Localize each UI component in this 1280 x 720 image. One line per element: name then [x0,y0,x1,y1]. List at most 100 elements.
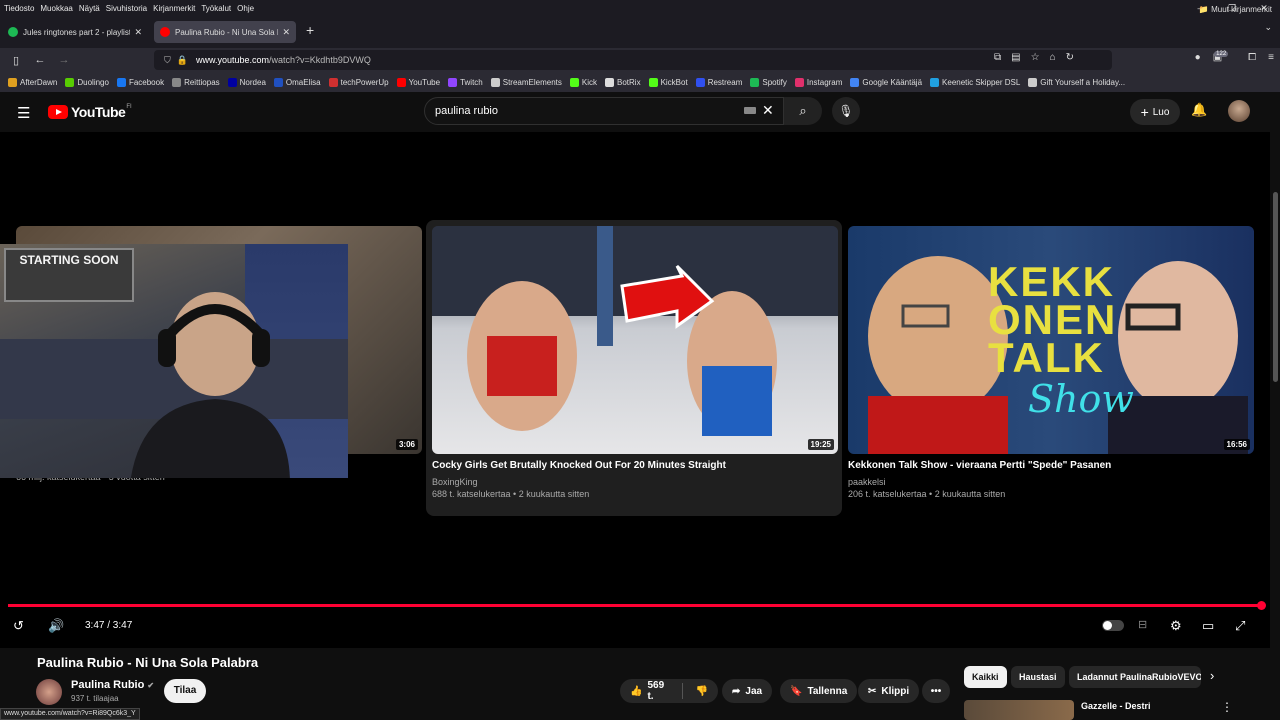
scrubber-handle[interactable] [1257,601,1266,610]
menu-history[interactable]: Sivuhistoria [106,4,147,13]
bookmark-star-icon[interactable]: ☆ [1031,52,1040,63]
dislike-icon[interactable]: 👎 [696,686,708,697]
plus-icon: + [1140,104,1149,120]
bookmark-item[interactable]: Restream [695,77,742,87]
bookmark-item[interactable]: Twitch [448,77,483,87]
bookmark-item[interactable]: AfterDawn [8,77,57,87]
captions-icon[interactable]: ⊟ [1138,618,1147,631]
bookmark-item[interactable]: StreamElements [490,77,562,87]
menu-edit[interactable]: Muokkaa [40,4,72,13]
more-actions-button[interactable]: ••• [922,679,950,703]
bookmark-item[interactable]: Nordea [227,77,266,87]
voice-search-button[interactable]: 🎙 [832,97,860,125]
bookmark-item[interactable]: Spotify [750,77,787,87]
bookmark-item[interactable]: YouTube [396,77,441,87]
card-title[interactable]: Cocky Girls Get Brutally Knocked Out For… [432,460,838,471]
menu-file[interactable]: Tiedosto [4,4,34,13]
settings-gear-icon[interactable]: ⚙ [1170,618,1182,634]
bookmark-item[interactable]: Kick [569,77,597,87]
bookmark-item[interactable]: Facebook [116,77,164,87]
tab-label: Jules ringtones part 2 - playlist b [23,27,131,37]
bookmark-item[interactable]: Keenetic Skipper DSL [930,77,1020,87]
bookmark-item[interactable]: Google Kääntäjä [850,77,922,87]
chevron-right-icon[interactable]: › [1210,668,1214,683]
sidebar-icon[interactable]: ▯ [4,54,28,67]
video-info: Paulina Rubio - Ni Una Sola Palabra Paul… [0,648,1280,720]
search-input[interactable]: paulina rubio [424,97,784,125]
share-button[interactable]: ➦ Jaa [722,679,773,703]
bookmark-item[interactable]: techPowerUp [328,77,389,87]
close-tab-icon[interactable]: ✕ [282,27,290,38]
bookmark-item[interactable]: OmaElisa [273,77,321,87]
reload-icon[interactable]: ↻ [1066,52,1074,63]
avatar[interactable] [1228,100,1250,122]
toolbar-right: ● ▣122 ⧠ ≡ [1195,51,1274,63]
bookmark-item[interactable]: Duolingo [65,77,109,87]
chip-all[interactable]: Kaikki [964,666,1007,688]
subscribe-button[interactable]: Tilaa [164,679,206,703]
video-thumbnail[interactable]: 19:25 [432,226,838,454]
progress-bar[interactable] [8,604,1262,607]
shield-icon[interactable]: ⛉ [164,55,171,66]
clip-button[interactable]: ✂ Klippi [858,679,920,703]
extensions-icon[interactable]: ⧠ [1248,52,1256,63]
volume-icon[interactable]: 🔊 [48,618,64,634]
new-tab-button[interactable]: + [306,22,314,38]
hamburger-menu-icon[interactable]: ☰ [17,104,30,122]
bookmark-item[interactable]: KickBot [648,77,688,87]
save-button[interactable]: 🔖 Tallenna [780,679,858,703]
card-title[interactable]: Kekkonen Talk Show - vieraana Pertti "Sp… [848,460,1254,471]
list-tabs-icon[interactable]: ⌄ [1264,22,1272,33]
card-channel[interactable]: BoxingKing [432,477,838,487]
tab-youtube[interactable]: Paulina Rubio - Ni Una Sola Palab ✕ [154,21,296,43]
video-thumbnail[interactable]: KEKK ONEN TALK Show 16:56 [848,226,1254,454]
app-menu-icon[interactable]: ≡ [1268,52,1274,63]
card-channel[interactable]: paakkelsi [848,477,1254,487]
extensions-badge-icon[interactable]: ▣122 [1213,51,1236,63]
keyboard-icon[interactable] [744,107,756,114]
bookmark-item[interactable]: Reittiopas [172,77,220,87]
endscreen-card-2[interactable]: 19:25 Cocky Girls Get Brutally Knocked O… [432,226,838,499]
endscreen-card-3[interactable]: KEKK ONEN TALK Show 16:56 Kekkonen Talk … [848,226,1254,499]
bookmark-item[interactable]: Gift Yourself a Holiday... [1028,77,1125,87]
menu-help[interactable]: Ohje [237,4,254,13]
other-bookmarks[interactable]: 📁 Muut kirjanmerkit [1199,5,1272,14]
account-icon[interactable]: ● [1195,52,1201,63]
create-button[interactable]: + Luo [1130,99,1180,125]
recommended-thumbnail[interactable] [964,700,1074,720]
video-player[interactable]: 3:06 Maciste Dischi 66 milj. katselukert… [0,132,1280,648]
menu-bookmarks[interactable]: Kirjanmerkit [153,4,195,13]
back-icon[interactable]: ← [28,54,52,66]
like-icon[interactable]: 👍 [630,686,642,697]
bookmark-item[interactable]: Instagram [794,77,842,87]
lock-icon[interactable]: 🔒 [177,55,188,66]
recommended-title[interactable]: Gazzelle - Destri [1081,701,1151,711]
close-tab-icon[interactable]: ✕ [134,27,142,38]
channel-name[interactable]: Paulina Rubio ✔ [71,679,154,691]
translate-icon[interactable]: ⧉ [994,52,1001,63]
youtube-logo[interactable]: YouTube FI [48,104,132,120]
forward-icon[interactable]: → [52,54,76,66]
menu-tools[interactable]: Työkalut [201,4,231,13]
like-count[interactable]: 569 t. [647,680,668,702]
reader-icon[interactable]: ▤ [1011,52,1020,63]
menu-view[interactable]: Näytä [79,4,100,13]
theater-mode-icon[interactable]: ▭ [1202,618,1214,634]
bookmark-item[interactable]: BotRix [605,77,641,87]
scrollbar[interactable] [1270,92,1280,720]
more-vert-icon[interactable]: ⋮ [1221,700,1233,714]
replay-icon[interactable]: ↺ [13,618,24,634]
notifications-bell-icon[interactable]: 🔔 [1191,102,1207,118]
channel-avatar[interactable] [36,679,62,705]
search-button[interactable]: ⌕ [784,97,822,125]
url-bar[interactable]: ⛉ 🔒 www.youtube.com /watch?v=Kkdhtb9DVWQ [154,50,1112,70]
fullscreen-icon[interactable]: ⤢ [1235,618,1245,634]
chip-related[interactable]: Haustasi [1011,666,1065,688]
clear-search-icon[interactable]: ✕ [762,102,774,119]
scrollbar-thumb[interactable] [1273,192,1278,382]
tab-spotify[interactable]: Jules ringtones part 2 - playlist b ✕ [2,21,148,43]
autoplay-toggle[interactable] [1102,620,1124,631]
home-icon[interactable]: ⌂ [1050,52,1056,63]
chip-uploader[interactable]: Ladannut PaulinaRubioVEVO [1069,666,1201,688]
bookmark-label: YouTube [408,77,441,87]
